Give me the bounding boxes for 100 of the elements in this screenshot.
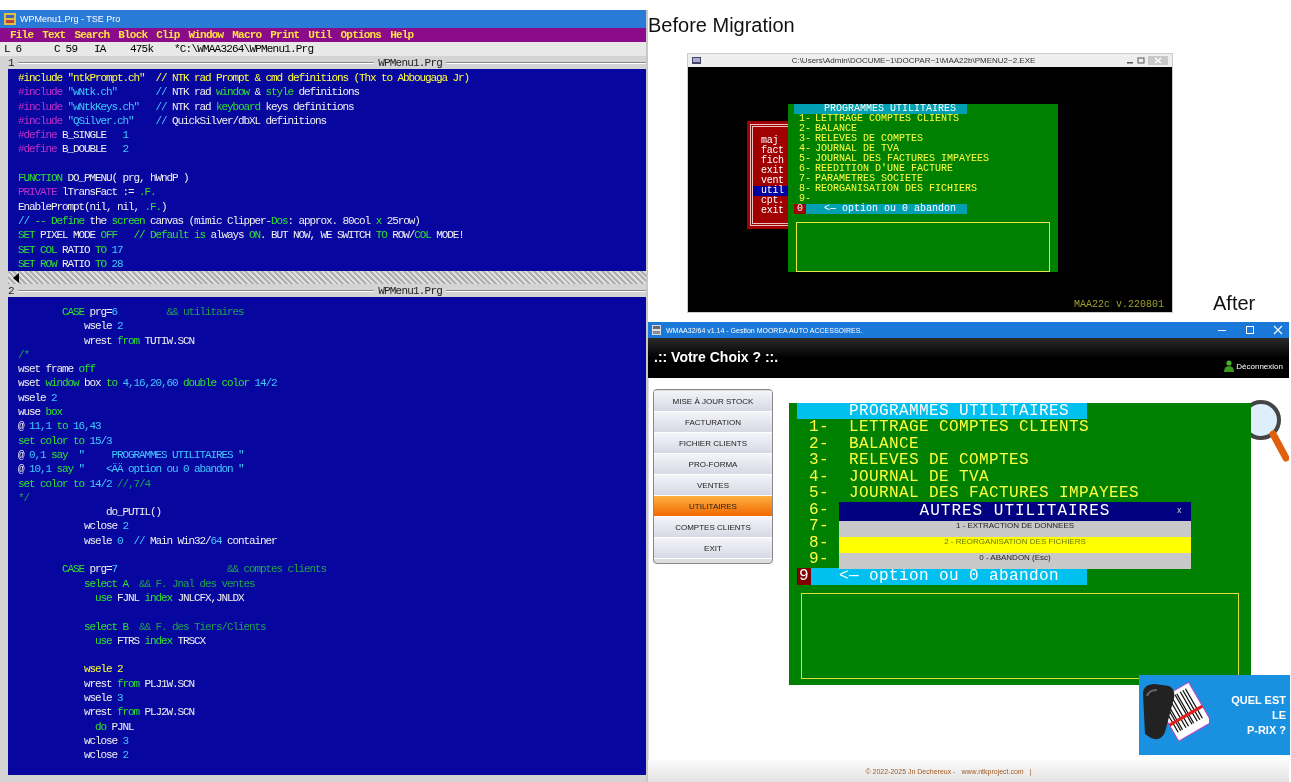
menu-item[interactable]: maj (753, 136, 791, 146)
option-label[interactable]: PARAMETRES SOCIETE (815, 174, 924, 184)
code-line: wclose 2 (83, 748, 130, 763)
option-number: 5- (798, 154, 812, 164)
option-number: 1- (808, 419, 830, 436)
menu-item[interactable]: Search (74, 29, 110, 41)
code-line: wrest from PLJ2W.SCN (83, 705, 196, 720)
option-label[interactable]: JOURNAL DE TVA (849, 468, 990, 485)
menu-button[interactable]: UTILITAIRES (654, 496, 772, 517)
code-line: wsele 2 (83, 662, 124, 677)
option-number: 2- (808, 435, 830, 452)
code-line: wrest from TUTIW.SCN (83, 333, 196, 348)
section-label: After (1213, 291, 1256, 315)
menu-item[interactable]: Print (270, 29, 300, 41)
code-line: set color to 15/3 (18, 433, 113, 448)
option-number: 9- (798, 194, 812, 204)
option-number: 3- (808, 452, 830, 469)
menu-item[interactable]: Util (308, 29, 332, 41)
code-line: #include "wNtk.ch" // NTK rad window & style definitions (18, 85, 361, 100)
status-text: L 6 (3, 43, 23, 55)
option-number: 8- (798, 184, 812, 194)
section-label: Before Migration (648, 13, 796, 37)
code-line: wsele 3 (83, 691, 124, 706)
menu-button[interactable]: VENTES (654, 475, 772, 496)
maximize-icon[interactable] (1137, 56, 1145, 65)
menu-item[interactable]: File (10, 29, 34, 41)
left-arrow-icon (12, 272, 20, 283)
pane-number: 2 (8, 284, 14, 297)
dialog-option[interactable]: 2 - REORGANISATION DES FICHIERS (839, 537, 1191, 553)
menu-item[interactable]: Block (118, 29, 148, 41)
status-text: 475k (130, 43, 155, 55)
menu-button[interactable]: MISE À JOUR STOCK (654, 391, 772, 412)
menu-item[interactable]: exit (753, 206, 791, 216)
app-icon (652, 325, 661, 335)
menu-item[interactable]: util (753, 186, 791, 196)
input-field[interactable]: 0 (794, 204, 806, 214)
option-label[interactable]: LETTRAGE COMPTES CLIENTS (815, 114, 960, 124)
input-field[interactable]: 9 (797, 567, 811, 585)
option-label[interactable]: LETTRAGE COMPTES CLIENTS (849, 419, 1090, 436)
panel-title: PROGRAMMES UTILITAIRES (797, 403, 1087, 419)
option-label[interactable]: JOURNAL DES FACTURES IMPAYEES (849, 485, 1140, 502)
menu-item[interactable]: Text (42, 29, 66, 41)
code-line: SET PIXEL MODE OFF // Default is always ON. BUT NOW, WE SWITCH TO ROW/COL MODE! (18, 228, 465, 243)
code-line: wclose 2 (83, 519, 130, 534)
menu-button[interactable]: COMPTES CLIENTS (654, 517, 772, 538)
code-line: select B && F. des Tiers/Clients (83, 619, 267, 634)
option-label[interactable]: BALANCE (849, 435, 919, 452)
option-label[interactable]: REORGANISATION DES FICHIERS (815, 184, 978, 194)
option-number: 7- (798, 174, 812, 184)
maximize-icon[interactable] (1245, 325, 1255, 335)
window-title: WPMenu1.Prg - TSE Pro (20, 14, 121, 24)
option-label[interactable]: BALANCE (815, 124, 857, 134)
menu-button[interactable]: FACTURATION (654, 412, 772, 433)
menu-item[interactable]: Window (188, 29, 224, 41)
menu-button[interactable]: FICHIER CLIENTS (654, 433, 772, 454)
menu-button[interactable]: PRO-FORMA (654, 454, 772, 475)
version-text: MAA22c v.220801 (1074, 299, 1164, 310)
code-line: @ 11,1 to 16,43 (18, 419, 102, 434)
menu-item[interactable]: Help (390, 29, 414, 41)
menu-item[interactable]: cpt. (753, 196, 791, 206)
code-line: SET COL RATIO TO 17 (18, 242, 124, 257)
dialog-option[interactable]: 0 - ABANDON (Esc) (839, 553, 1191, 569)
option-label[interactable]: JOURNAL DE TVA (815, 144, 899, 154)
code-line: wset window box to 4,16,20,60 double color 14/2 (18, 376, 278, 391)
menu-item[interactable]: vent (753, 176, 791, 186)
option-label[interactable]: RELEVES DE COMPTES (815, 134, 924, 144)
menu-item[interactable]: Options (340, 29, 382, 41)
logout-link[interactable]: Déconnexion (1224, 360, 1283, 372)
menu-item[interactable]: exit (753, 166, 791, 176)
code-line: #include "QSilver.ch" // QuickSilver/dbXL definitions (18, 113, 328, 129)
menu-item[interactable]: fich (753, 156, 791, 166)
menu-item[interactable]: Macro (232, 29, 262, 41)
menu-item[interactable]: fact (753, 146, 791, 156)
code-line: set color to 14/2 //,7/4 (18, 476, 152, 491)
option-number: 4- (808, 468, 830, 485)
code-line: #define B_SINGLE 1 (18, 128, 130, 143)
promo-tile[interactable]: QUEL EST LE P-RIX ? (1139, 675, 1290, 755)
close-button[interactable]: x (1177, 505, 1182, 515)
menu-item[interactable]: Clip (156, 29, 180, 41)
code-line: wuse box (18, 405, 64, 420)
option-label[interactable]: JOURNAL DES FACTURES IMPAYEES (815, 154, 990, 164)
code-line: @ 0,1 say " PROGRAMMES UTILITAIRES " (18, 447, 245, 463)
menu-button[interactable]: EXIT (654, 538, 772, 559)
code-line: #define B_DOUBLE 2 (18, 142, 130, 157)
code-line: wsele 0 // Main Win32/64 container (83, 533, 278, 549)
status-text: IA (94, 43, 107, 55)
code-line: */ (18, 490, 31, 506)
code-line: FUNCTION DO_PMENU( prg, hWndP ) (18, 171, 190, 186)
option-label[interactable]: RELEVES DE COMPTES (849, 452, 1030, 469)
code-line: PRIVATE lTransFact := .F. (18, 185, 157, 200)
prompt-text: <— option ou 0 abandon (824, 204, 957, 214)
option-number: 2- (798, 124, 812, 134)
close-icon[interactable] (1273, 325, 1283, 335)
code-line: do PJNL (94, 719, 135, 734)
option-label[interactable]: REEDITION D'UNE FACTURE (815, 164, 954, 174)
option-number: 1- (798, 114, 812, 124)
option-number: 6- (798, 164, 812, 174)
app-icon (692, 56, 701, 65)
code-line: EnablePrompt(nil, nil, .F.) (18, 199, 168, 214)
dialog-option[interactable]: 1 - EXTRACTION DE DONNEES (839, 521, 1191, 537)
